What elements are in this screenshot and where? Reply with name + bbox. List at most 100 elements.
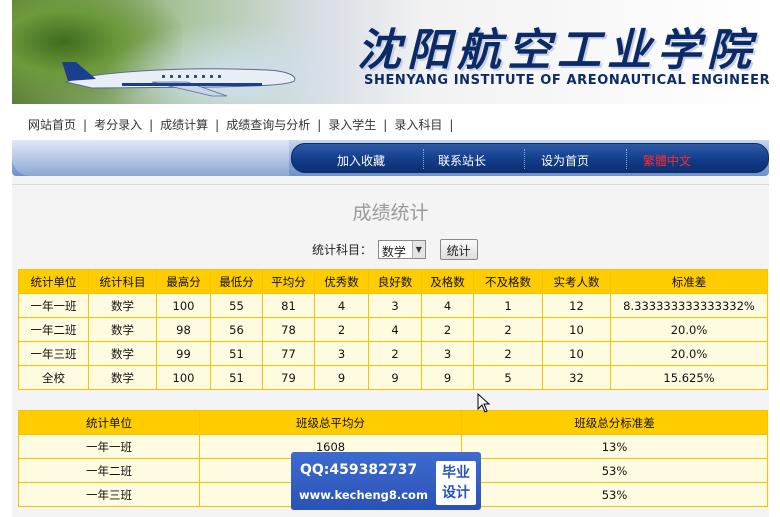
table-cell: 一年一班	[18, 293, 89, 318]
page-title: 成绩统计	[352, 202, 429, 224]
table-cell: 79	[262, 365, 315, 390]
watermark-badge-line2: 设计	[442, 485, 470, 501]
stats-table: 统计单位 统计科目 最高分 最低分 平均分 优秀数 良好数 及格数 不及格数 实…	[18, 269, 768, 390]
top-navigation: 网站首页 | 考分录入 | 成绩计算 | 成绩查询与分析 | 录入学生 | 录入科目 |	[12, 104, 769, 140]
table-row: 一年二班 数学 98 56 78 2 4 2 2 10 20.0%	[18, 317, 768, 342]
watermark-badge-line1: 毕业	[442, 465, 470, 481]
mouse-cursor-icon	[477, 393, 491, 413]
traditional-chinese-link[interactable]: 繁體中文	[643, 152, 691, 169]
nav-link-add-student[interactable]: 录入学生	[328, 118, 376, 132]
pill-divider	[423, 149, 424, 169]
contact-admin-link[interactable]: 联系站长	[438, 152, 486, 169]
divider-line	[12, 184, 769, 185]
table-cell: 15.625%	[610, 365, 768, 390]
table-cell: 20.0%	[610, 317, 768, 342]
table-cell: 全校	[18, 365, 89, 390]
column-header: 优秀数	[314, 269, 369, 294]
column-header: 统计单位	[18, 269, 89, 294]
table-cell: 3	[421, 341, 474, 366]
nav-link-score-query[interactable]: 成绩查询与分析	[226, 118, 310, 132]
watermark-qq: QQ:459382737	[300, 462, 418, 478]
subject-filter-label: 统计科目：	[312, 243, 373, 257]
column-header: 最高分	[156, 269, 211, 294]
table-cell: 99	[156, 341, 211, 366]
nav-separator: |	[149, 118, 154, 132]
table-cell: 53%	[461, 458, 768, 483]
table-cell: 数学	[88, 293, 157, 318]
table-cell: 2	[473, 317, 543, 342]
nav-separator: |	[215, 118, 220, 132]
table-cell: 2	[314, 317, 369, 342]
table-header-row: 统计单位 班级总平均分 班级总分标准差	[18, 410, 768, 435]
nav-separator: |	[449, 118, 454, 132]
table-cell: 10	[542, 317, 611, 342]
table-cell: 3	[368, 293, 422, 318]
table-cell: 数学	[88, 341, 157, 366]
column-header: 班级总分标准差	[461, 410, 768, 435]
chevron-down-icon[interactable]: ▼	[411, 241, 425, 258]
table-cell: 77	[262, 341, 315, 366]
school-name-cn: 沈阳航空工业学院	[357, 25, 757, 76]
table-cell: 56	[210, 317, 263, 342]
subject-select-value: 数学	[381, 245, 406, 259]
table-cell: 2	[473, 341, 543, 366]
header-banner: 沈阳航空工业学院 SHENYANG INSTITUTE OF AREONAUTI…	[12, 0, 769, 104]
nav-link-home[interactable]: 网站首页	[28, 118, 76, 132]
nav-separator: |	[383, 118, 388, 132]
column-header: 最低分	[210, 269, 263, 294]
table-cell: 数学	[88, 317, 157, 342]
set-homepage-link[interactable]: 设为首页	[541, 152, 589, 169]
table-cell: 4	[314, 293, 369, 318]
table-cell: 一年二班	[18, 317, 89, 342]
pill-divider	[626, 149, 627, 169]
table-cell: 4	[368, 317, 422, 342]
column-header: 标准差	[610, 269, 768, 294]
table-header-row: 统计单位 统计科目 最高分 最低分 平均分 优秀数 良好数 及格数 不及格数 实…	[18, 269, 768, 294]
table-cell: 3	[314, 341, 369, 366]
column-header: 平均分	[262, 269, 315, 294]
column-header: 统计单位	[18, 410, 200, 435]
table-cell: 10	[542, 341, 611, 366]
table-cell: 8.333333333333332%	[610, 293, 768, 318]
column-header: 不及格数	[473, 269, 543, 294]
column-header: 班级总平均分	[199, 410, 462, 435]
table-cell: 78	[262, 317, 315, 342]
table-cell: 1	[473, 293, 543, 318]
nav-separator: |	[83, 118, 88, 132]
table-cell: 5	[473, 365, 543, 390]
airplane-image	[62, 62, 296, 97]
subject-select[interactable]: 数学 ▼	[377, 240, 426, 259]
table-cell: 一年三班	[18, 341, 89, 366]
table-cell: 12	[542, 293, 611, 318]
table-cell: 20.0%	[610, 341, 768, 366]
nav-link-score-entry[interactable]: 考分录入	[94, 118, 142, 132]
column-header: 实考人数	[542, 269, 611, 294]
table-cell: 一年三班	[18, 482, 200, 507]
column-header: 及格数	[421, 269, 474, 294]
blue-nav-bar: 加入收藏 联系站长 设为首页 繁體中文	[12, 140, 769, 176]
table-cell: 100	[156, 293, 211, 318]
table-cell: 53%	[461, 482, 768, 507]
subject-filter: 统计科目： 数学 ▼ 统计	[312, 239, 478, 260]
add-favorite-link[interactable]: 加入收藏	[337, 152, 385, 169]
table-cell: 2	[368, 341, 422, 366]
table-cell: 9	[314, 365, 369, 390]
quick-links-pill: 加入收藏 联系站长 设为首页 繁體中文	[291, 143, 769, 173]
watermark-url: www.kecheng8.com	[299, 488, 428, 502]
table-cell: 98	[156, 317, 211, 342]
pill-divider	[524, 149, 525, 169]
table-cell: 81	[262, 293, 315, 318]
table-cell: 一年一班	[18, 434, 200, 459]
statistics-button[interactable]: 统计	[439, 239, 478, 260]
nav-link-add-subject[interactable]: 录入科目	[394, 118, 442, 132]
watermark-badge: 毕业 设计	[436, 461, 476, 505]
table-cell: 55	[210, 293, 263, 318]
table-row: 一年一班 数学 100 55 81 4 3 4 1 12 8.333333333…	[18, 293, 768, 318]
table-row: 全校 数学 100 51 79 9 9 9 5 32 15.625%	[18, 365, 768, 390]
table-cell: 9	[368, 365, 422, 390]
table-cell: 13%	[461, 434, 768, 459]
table-cell: 4	[421, 293, 474, 318]
watermark-banner: QQ:459382737 www.kecheng8.com 毕业 设计	[291, 452, 481, 510]
table-cell: 100	[156, 365, 211, 390]
nav-link-score-calc[interactable]: 成绩计算	[160, 118, 208, 132]
